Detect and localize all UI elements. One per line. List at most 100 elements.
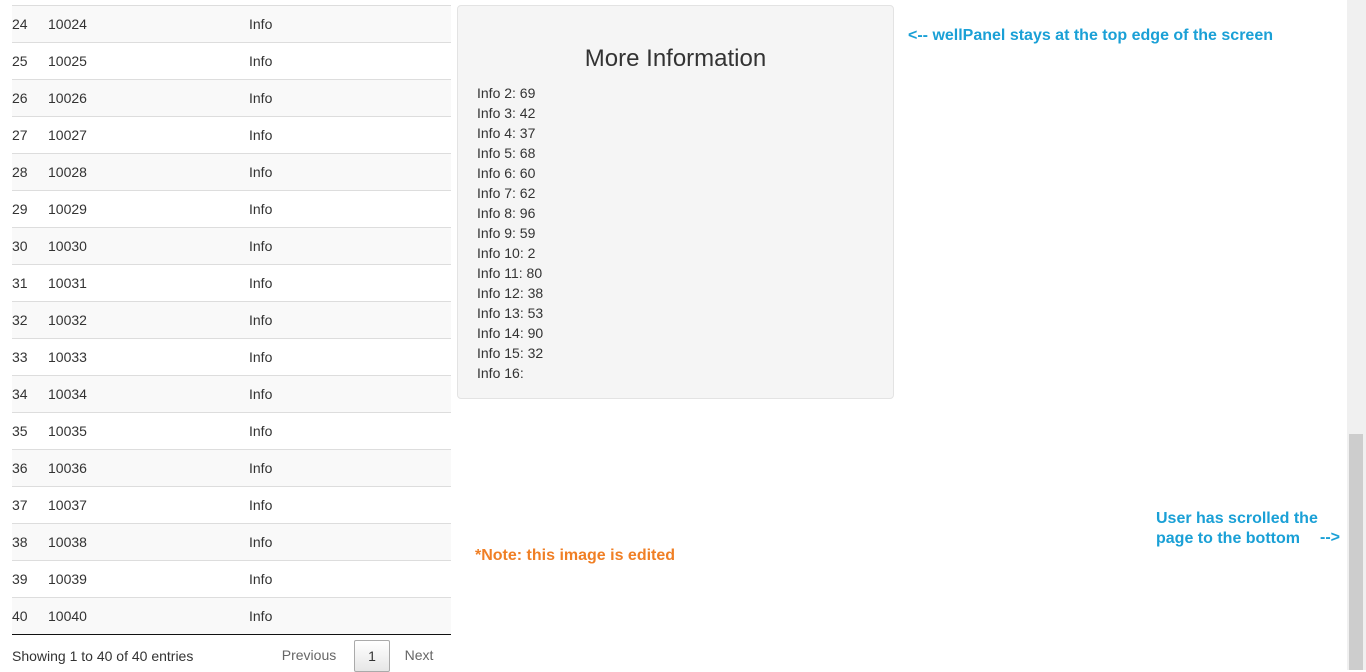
row-info-cell: Info bbox=[249, 338, 451, 376]
data-table-container: 24 10024 Info 25 10025 Info 26 10026 Info 27 10027… bbox=[12, 5, 451, 635]
row-id-cell: 10028 bbox=[48, 153, 249, 191]
table-bottom-border bbox=[12, 634, 451, 635]
next-page-button[interactable]: Next bbox=[394, 640, 444, 670]
table-row: 27 10027 Info bbox=[12, 116, 451, 154]
row-info-cell: Info bbox=[249, 153, 451, 191]
table-row: 30 10030 Info bbox=[12, 227, 451, 265]
row-info-cell: Info bbox=[249, 523, 451, 561]
table-row: 36 10036 Info bbox=[12, 449, 451, 487]
row-info-cell: Info bbox=[249, 264, 451, 302]
row-info-cell: Info bbox=[249, 79, 451, 117]
info-item: Info 5: 68 bbox=[477, 145, 536, 161]
info-item: Info 8: 96 bbox=[477, 205, 536, 221]
table-row: 33 10033 Info bbox=[12, 338, 451, 376]
info-item: Info 16: bbox=[477, 365, 524, 381]
row-index-cell: 31 bbox=[12, 264, 48, 302]
info-item: Info 13: 53 bbox=[477, 305, 544, 321]
page-1-button[interactable]: 1 bbox=[354, 640, 390, 672]
row-info-cell: Info bbox=[249, 227, 451, 265]
info-item: Info 3: 42 bbox=[477, 105, 536, 121]
row-index-cell: 40 bbox=[12, 597, 48, 634]
table-row: 35 10035 Info bbox=[12, 412, 451, 450]
row-info-cell: Info bbox=[249, 486, 451, 524]
row-id-cell: 10036 bbox=[48, 449, 249, 487]
row-info-cell: Info bbox=[249, 412, 451, 450]
table-row: 40 10040 Info bbox=[12, 597, 451, 634]
row-id-cell: 10027 bbox=[48, 116, 249, 154]
data-table: 24 10024 Info 25 10025 Info 26 10026 Info 27 10027… bbox=[12, 5, 451, 634]
row-index-cell: 28 bbox=[12, 153, 48, 191]
info-item: Info 9: 59 bbox=[477, 225, 536, 241]
table-row: 32 10032 Info bbox=[12, 301, 451, 339]
table-row: 26 10026 Info bbox=[12, 79, 451, 117]
row-info-cell: Info bbox=[249, 597, 451, 634]
info-item: Info 12: 38 bbox=[477, 285, 544, 301]
table-row: 39 10039 Info bbox=[12, 560, 451, 598]
row-index-cell: 36 bbox=[12, 449, 48, 487]
row-info-cell: Info bbox=[249, 116, 451, 154]
scrollbar-thumb[interactable] bbox=[1349, 434, 1363, 670]
info-item: Info 4: 37 bbox=[477, 125, 536, 141]
row-id-cell: 10035 bbox=[48, 412, 249, 450]
row-index-cell: 37 bbox=[12, 486, 48, 524]
table-row: 24 10024 Info bbox=[12, 5, 451, 43]
info-item: Info 10: 2 bbox=[477, 245, 536, 261]
info-item: Info 11: 80 bbox=[477, 265, 543, 281]
table-row: 31 10031 Info bbox=[12, 264, 451, 302]
row-id-cell: 10032 bbox=[48, 301, 249, 339]
row-info-cell: Info bbox=[249, 375, 451, 413]
info-item: Info 14: 90 bbox=[477, 325, 544, 341]
annotation-edited-note: *Note: this image is edited bbox=[475, 547, 676, 564]
info-list: Info 2: 69 Info 3: 42 Info 4: 37 Info 5: 68… bbox=[477, 83, 543, 383]
row-index-cell: 39 bbox=[12, 560, 48, 598]
row-index-cell: 27 bbox=[12, 116, 48, 154]
table-row: 28 10028 Info bbox=[12, 153, 451, 191]
row-info-cell: Info bbox=[249, 560, 451, 598]
info-item: Info 15: 32 bbox=[477, 345, 544, 361]
row-id-cell: 10040 bbox=[48, 597, 249, 634]
annotation-scroll-note: User has scrolled the page to the bottom bbox=[1156, 509, 1318, 549]
table-row: 37 10037 Info bbox=[12, 486, 451, 524]
well-panel: More Information Info 2: 69 Info 3: 42 Inf… bbox=[457, 5, 894, 399]
row-id-cell: 10039 bbox=[48, 560, 249, 598]
row-id-cell: 10033 bbox=[48, 338, 249, 376]
row-info-cell: Info bbox=[249, 5, 451, 43]
row-index-cell: 34 bbox=[12, 375, 48, 413]
pagination: Previous 1 Next bbox=[268, 640, 444, 672]
row-index-cell: 35 bbox=[12, 412, 48, 450]
row-id-cell: 10029 bbox=[48, 190, 249, 228]
info-item: Info 7: 62 bbox=[477, 185, 536, 201]
row-id-cell: 10025 bbox=[48, 42, 249, 80]
row-index-cell: 26 bbox=[12, 79, 48, 117]
scroll-note-line-2: page to the bottom bbox=[1156, 530, 1300, 547]
row-id-cell: 10034 bbox=[48, 375, 249, 413]
row-index-cell: 33 bbox=[12, 338, 48, 376]
well-panel-title: More Information bbox=[584, 45, 767, 72]
annotation-wellpanel-note: <-- wellPanel stays at the top edge of t… bbox=[908, 27, 1273, 44]
row-id-cell: 10038 bbox=[48, 523, 249, 561]
annotation-arrow: --> bbox=[1320, 529, 1340, 546]
row-index-cell: 38 bbox=[12, 523, 48, 561]
table-info-text: Showing 1 to 40 of 40 entries bbox=[12, 648, 194, 664]
row-index-cell: 25 bbox=[12, 42, 48, 80]
row-id-cell: 10037 bbox=[48, 486, 249, 524]
row-index-cell: 30 bbox=[12, 227, 48, 265]
row-index-cell: 29 bbox=[12, 190, 48, 228]
table-row: 34 10034 Info bbox=[12, 375, 451, 413]
scroll-note-line-1: User has scrolled the bbox=[1156, 510, 1318, 527]
row-id-cell: 10026 bbox=[48, 79, 249, 117]
row-info-cell: Info bbox=[249, 301, 451, 339]
row-index-cell: 32 bbox=[12, 301, 48, 339]
row-info-cell: Info bbox=[249, 449, 451, 487]
info-item: Info 2: 69 bbox=[477, 85, 536, 101]
row-info-cell: Info bbox=[249, 190, 451, 228]
row-id-cell: 10024 bbox=[48, 5, 249, 43]
previous-page-button[interactable]: Previous bbox=[268, 640, 350, 670]
row-index-cell: 24 bbox=[12, 5, 48, 43]
row-id-cell: 10031 bbox=[48, 264, 249, 302]
row-info-cell: Info bbox=[249, 42, 451, 80]
table-row: 25 10025 Info bbox=[12, 42, 451, 80]
info-item: Info 6: 60 bbox=[477, 165, 536, 181]
table-row: 29 10029 Info bbox=[12, 190, 451, 228]
row-id-cell: 10030 bbox=[48, 227, 249, 265]
